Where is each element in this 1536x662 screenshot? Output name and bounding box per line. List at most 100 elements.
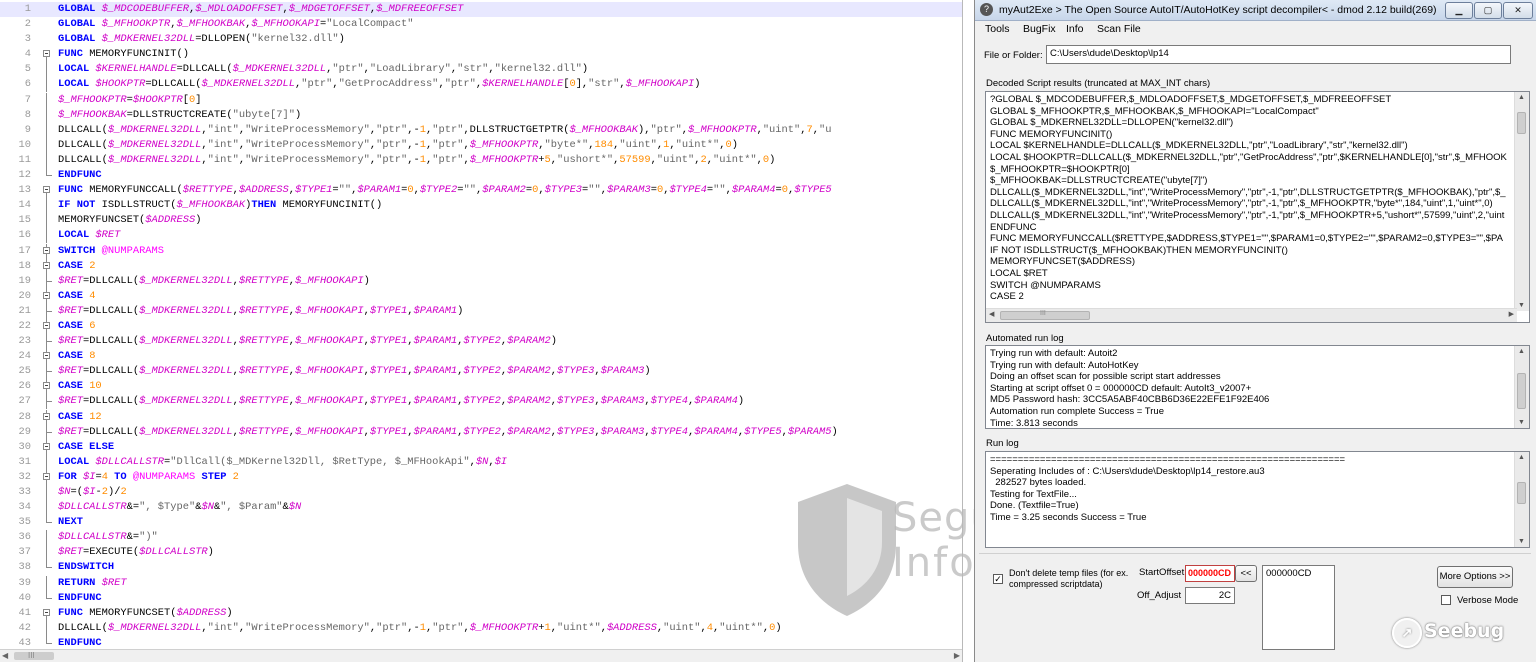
fold-marker-icon[interactable] — [42, 47, 54, 63]
code-line[interactable]: 4 FUNC MEMORYFUNCINIT() — [0, 47, 962, 63]
runlog2-vscroll-thumb[interactable] — [1517, 482, 1526, 504]
code-token: "ptr" — [444, 78, 476, 91]
code-line[interactable]: 31 LOCAL $DLLCALLSTR="DllCall($_MDKernel3… — [0, 454, 962, 470]
title-bar[interactable]: ? myAut2Exe > The Open Source AutoIT/Aut… — [975, 0, 1536, 21]
offset-list-item[interactable]: 000000CD — [1266, 568, 1331, 579]
automated-run-log-textbox[interactable]: Trying run with default: Autoit2 Trying … — [985, 345, 1530, 429]
file-or-folder-input[interactable]: C:\Users\dude\Desktop\lp14 — [1046, 45, 1511, 64]
code-line[interactable]: 8 $_MFHOOKBAK=DLLSTRUCTCREATE("ubyte[7]") — [0, 107, 962, 123]
decoded-vscroll-thumb[interactable] — [1517, 112, 1526, 134]
menu-info[interactable]: Info — [1066, 23, 1084, 35]
scroll-right-icon[interactable]: ▶ — [954, 651, 960, 660]
code-line[interactable]: 13 FUNC MEMORYFUNCCALL($RETTYPE,$ADDRESS,… — [0, 183, 962, 199]
line-number: 4 — [24, 48, 31, 61]
decoded-script-textbox[interactable]: ?GLOBAL $_MDCODEBUFFER,$_MDLOADOFFSET,$_… — [985, 91, 1530, 323]
menu-bugfix[interactable]: BugFix — [1023, 23, 1056, 35]
fold-marker-icon[interactable] — [42, 288, 54, 304]
decoded-vertical-scrollbar[interactable]: ▲ ▼ — [1514, 92, 1529, 311]
code-line[interactable]: 27 $RET=DLLCALL($_MDKERNEL32DLL,$RETTYPE,… — [0, 394, 962, 410]
code-line[interactable]: 5 LOCAL $KERNELHANDLE=DLLCALL($_MDKERNEL3… — [0, 62, 962, 78]
code-token: $RETTYPE — [238, 304, 289, 317]
decoded-horizontal-scrollbar[interactable]: ◀ III ▶ — [986, 308, 1517, 322]
code-token: CASE — [58, 380, 90, 393]
line-number: 42 — [18, 621, 31, 634]
code-line[interactable]: 22 CASE 6 — [0, 318, 962, 334]
offset-list[interactable]: 000000CD — [1262, 565, 1335, 650]
code-line[interactable]: 42 DLLCALL($_MDKERNEL32DLL,"int","WritePr… — [0, 620, 962, 636]
start-offset-input[interactable]: 000000CD — [1185, 565, 1235, 582]
scroll-down-icon[interactable]: ▼ — [1518, 302, 1525, 309]
code-line[interactable]: 23 $RET=DLLCALL($_MDKERNEL32DLL,$RETTYPE,… — [0, 334, 962, 350]
run-log-textbox[interactable]: ========================================… — [985, 451, 1530, 548]
maximize-button[interactable]: ▢ — [1474, 2, 1502, 19]
fold-marker-icon[interactable] — [42, 318, 54, 334]
fold-marker-icon[interactable] — [42, 243, 54, 259]
fold-marker-icon[interactable] — [42, 439, 54, 455]
code-token: ], — [575, 78, 589, 91]
fold-marker-icon — [42, 485, 54, 500]
fold-marker-icon — [42, 107, 54, 123]
code-line[interactable]: 1 GLOBAL $_MDCODEBUFFER,$_MDLOADOFFSET,$_… — [0, 2, 962, 18]
code-token: $PARAM4 — [731, 184, 776, 197]
scroll-down-icon[interactable]: ▼ — [1518, 419, 1525, 426]
fold-marker-icon[interactable] — [42, 409, 54, 425]
code-line[interactable]: 3 GLOBAL $_MDKERNEL32DLL=DLLOPEN("kernel3… — [0, 32, 962, 47]
code-line[interactable]: 10 DLLCALL($_MDKERNEL32DLL,"int","WritePr… — [0, 137, 962, 153]
scroll-left-icon[interactable]: ◀ — [989, 310, 994, 318]
scroll-left-icon[interactable]: ◀ — [2, 651, 8, 660]
code-token: $_MFHOOKBAK — [569, 123, 639, 136]
code-line[interactable]: 6 LOCAL $HOOKPTR=DLLCALL($_MDKERNEL32DLL,… — [0, 77, 962, 93]
code-line[interactable]: 28 CASE 12 — [0, 409, 962, 425]
menu-tools[interactable]: Tools — [985, 23, 1010, 35]
fold-marker-icon[interactable] — [42, 606, 54, 621]
off-adjust-input[interactable]: 2C — [1185, 587, 1235, 604]
fold-marker-icon — [42, 273, 54, 289]
code-line[interactable]: 24 CASE 8 — [0, 349, 962, 365]
verbose-mode-checkbox[interactable] — [1441, 595, 1451, 605]
code-line[interactable]: 9 DLLCALL($_MDKERNEL32DLL,"int","WritePro… — [0, 122, 962, 138]
code-token: $DLLCALLSTR — [95, 455, 165, 468]
runlog-vertical-scrollbar[interactable]: ▲ ▼ — [1514, 346, 1529, 428]
code-line[interactable]: 29 $RET=DLLCALL($_MDKERNEL32DLL,$RETTYPE,… — [0, 424, 962, 440]
runlog2-vertical-scrollbar[interactable]: ▲ ▼ — [1514, 452, 1529, 547]
code-line[interactable]: 30 CASE ELSE — [0, 439, 962, 455]
code-line[interactable]: 18 CASE 2 — [0, 258, 962, 274]
fold-marker-icon[interactable] — [42, 349, 54, 365]
code-token: ENDFUNC — [58, 169, 102, 182]
fold-marker-icon[interactable] — [42, 183, 54, 199]
fold-marker-icon[interactable] — [42, 469, 54, 485]
runlog-vscroll-thumb[interactable] — [1517, 373, 1526, 409]
close-button[interactable]: ✕ — [1503, 2, 1533, 19]
scroll-up-icon[interactable]: ▲ — [1518, 454, 1525, 461]
code-line[interactable]: 7 $_MFHOOKPTR=$HOOKPTR[0] — [0, 92, 962, 108]
scroll-down-icon[interactable]: ▼ — [1518, 538, 1525, 545]
more-options-button[interactable]: More Options >> — [1437, 566, 1513, 588]
code-token: "int" — [207, 123, 239, 136]
code-line[interactable]: 14 IF NOT ISDLLSTRUCT($_MFHOOKBAK)THEN ME… — [0, 198, 962, 214]
code-line[interactable]: 25 $RET=DLLCALL($_MDKERNEL32DLL,$RETTYPE,… — [0, 364, 962, 380]
code-line[interactable]: 16 LOCAL $RET — [0, 228, 962, 244]
code-line[interactable]: 26 CASE 10 — [0, 379, 962, 395]
minimize-button[interactable]: ▁ — [1445, 2, 1473, 19]
code-line[interactable]: 15 MEMORYFUNCSET($ADDRESS) — [0, 213, 962, 229]
code-line[interactable]: 19 $RET=DLLCALL($_MDKERNEL32DLL,$RETTYPE,… — [0, 273, 962, 289]
code-line[interactable]: 20 CASE 4 — [0, 288, 962, 304]
code-line[interactable]: 17 SWITCH @NUMPARAMS — [0, 243, 962, 259]
code-token: ENDFUNC — [58, 636, 102, 649]
fold-marker-icon[interactable] — [42, 258, 54, 274]
code-line[interactable]: 21 $RET=DLLCALL($_MDKERNEL32DLL,$RETTYPE,… — [0, 303, 962, 319]
scroll-right-icon[interactable]: ▶ — [1509, 310, 1514, 318]
scroll-up-icon[interactable]: ▲ — [1518, 348, 1525, 355]
fold-marker-icon[interactable] — [42, 379, 54, 395]
menu-scan-file[interactable]: Scan File — [1097, 23, 1141, 35]
apply-offset-button[interactable]: << — [1235, 565, 1257, 582]
editor-horizontal-scrollbar[interactable]: ◀ III ▶ — [0, 649, 962, 662]
dont-delete-temp-checkbox[interactable]: ✓ — [993, 574, 1003, 584]
code-line[interactable]: 2 GLOBAL $_MFHOOKPTR,$_MFHOOKBAK,$_MFHOOK… — [0, 17, 962, 32]
code-line[interactable]: 12 ENDFUNC — [0, 168, 962, 183]
code-line[interactable]: 11 DLLCALL($_MDKERNEL32DLL,"int","WritePr… — [0, 152, 962, 168]
line-number: 5 — [24, 63, 31, 76]
scroll-up-icon[interactable]: ▲ — [1518, 94, 1525, 101]
code-token: $RET — [58, 546, 83, 559]
decoded-script-content: ?GLOBAL $_MDCODEBUFFER,$_MDLOADOFFSET,$_… — [990, 94, 1507, 303]
